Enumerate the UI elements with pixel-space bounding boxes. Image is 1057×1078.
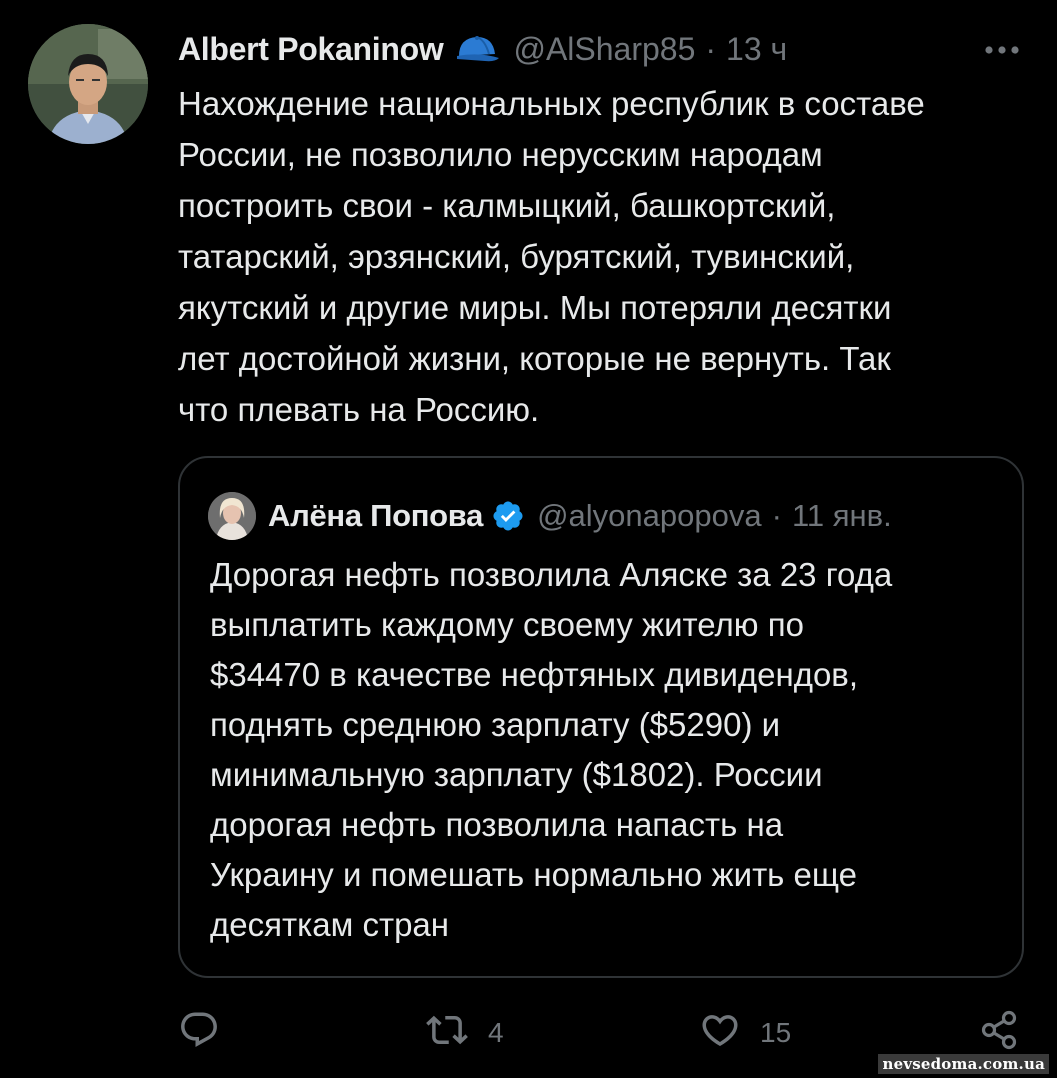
quoted-author-name[interactable]: Алёна Попова bbox=[268, 498, 483, 534]
tweet-text: Нахождение национальных республик в сост… bbox=[178, 85, 925, 428]
tweet-header: Albert Pokaninow @AlSharp85 · 13 ч bbox=[178, 26, 787, 72]
retweet-icon bbox=[424, 1009, 470, 1058]
share-button[interactable] bbox=[978, 1010, 1022, 1056]
retweet-count: 4 bbox=[488, 1017, 504, 1048]
retweet-button[interactable]: 4 bbox=[424, 1010, 504, 1056]
cap-icon bbox=[455, 32, 501, 66]
quoted-tweet[interactable]: Алёна Попова @alyonapopova · 11 янв. Дор… bbox=[178, 456, 1024, 978]
like-button[interactable]: 15 bbox=[698, 1010, 791, 1056]
quoted-avatar bbox=[208, 492, 256, 540]
tweet-time[interactable]: 13 ч bbox=[726, 31, 787, 68]
verified-icon bbox=[491, 499, 525, 533]
avatar[interactable] bbox=[28, 24, 148, 144]
quoted-tweet-text: Дорогая нефть позволила Аляске за 23 год… bbox=[210, 556, 893, 943]
author-handle[interactable]: @AlSharp85 bbox=[513, 31, 695, 68]
quoted-tweet-header: Алёна Попова @alyonapopova · 11 янв. bbox=[208, 492, 892, 540]
quoted-tweet-time[interactable]: 11 янв. bbox=[792, 498, 892, 534]
author-name[interactable]: Albert Pokaninow bbox=[178, 31, 444, 68]
share-icon bbox=[978, 1008, 1022, 1059]
watermark: nevsedoma.com.ua bbox=[878, 1054, 1049, 1074]
quoted-separator-dot: · bbox=[771, 498, 782, 533]
reply-icon bbox=[178, 1009, 220, 1058]
separator-dot: · bbox=[705, 30, 717, 67]
heart-icon bbox=[698, 1009, 742, 1058]
more-icon[interactable] bbox=[980, 30, 1024, 70]
reply-button[interactable] bbox=[178, 1010, 238, 1056]
like-count: 15 bbox=[760, 1017, 792, 1048]
tweet: Albert Pokaninow @AlSharp85 · 13 ч Нахож… bbox=[0, 0, 1057, 1078]
quoted-author-handle[interactable]: @alyonapopova bbox=[537, 498, 762, 534]
avatar-photo bbox=[28, 24, 148, 144]
